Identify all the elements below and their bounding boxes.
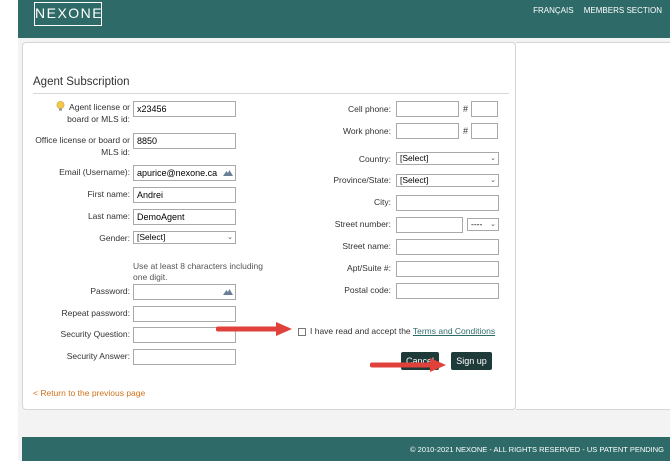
first-name-label: First name:: [87, 189, 130, 199]
security-answer-label: Security Answer:: [66, 351, 130, 361]
gender-label: Gender:: [99, 233, 130, 243]
top-nav: FRANÇAIS MEMBERS SECTION: [525, 6, 662, 15]
province-label: Province/State:: [333, 175, 391, 185]
postal-code-label: Postal code:: [344, 285, 391, 295]
top-bar: NEXONE FRANÇAIS MEMBERS SECTION: [18, 0, 670, 38]
work-hash: #: [463, 126, 469, 136]
street-number-label: Street number:: [334, 219, 391, 229]
left-margin: [0, 0, 18, 461]
arrow-icon: [216, 322, 292, 336]
city-label: City:: [374, 197, 391, 207]
apt-label: Apt/Suite #:: [347, 263, 391, 273]
agent-license-input[interactable]: x23456: [133, 101, 236, 117]
cell-hash: #: [463, 104, 469, 114]
password-input[interactable]: [133, 284, 236, 300]
password-hint: Use at least 8 characters including one …: [133, 261, 263, 282]
country-label: Country:: [358, 154, 391, 164]
work-phone-label: Work phone:: [342, 126, 391, 136]
first-name-input[interactable]: Andrei: [133, 187, 236, 203]
cell-ext-input[interactable]: [471, 101, 498, 117]
street-number-input[interactable]: [396, 217, 463, 233]
last-name-label: Last name:: [87, 211, 130, 221]
country-value: [Select]: [400, 153, 429, 163]
email-value: apurice@nexone.ca: [137, 168, 218, 178]
chevron-down-icon: ⌄: [490, 221, 496, 228]
street-name-label: Street name:: [342, 241, 391, 251]
apt-input[interactable]: [396, 261, 499, 277]
footer: © 2010-2021 NEXONE - ALL RIGHTS RESERVED…: [22, 437, 670, 461]
city-input[interactable]: [396, 195, 499, 211]
work-ext-input[interactable]: [471, 123, 498, 139]
subscription-panel: Agent Subscription Agent license or boar…: [22, 42, 516, 410]
terms-prefix: I have read and accept the: [310, 326, 411, 336]
work-phone-input[interactable]: [396, 123, 459, 139]
nav-french-link[interactable]: FRANÇAIS: [533, 6, 573, 15]
side-panel: [516, 42, 670, 410]
last-name-input[interactable]: DemoAgent: [133, 209, 236, 225]
arrow-icon: [370, 358, 446, 372]
security-question-label: Security Question:: [60, 329, 130, 339]
repeat-password-label: Repeat password:: [61, 308, 130, 318]
nexone-logo[interactable]: NEXONE: [34, 2, 102, 26]
province-value: [Select]: [400, 175, 429, 185]
key-icon[interactable]: [223, 169, 233, 177]
office-license-label: Office license or board or MLS id:: [35, 135, 130, 157]
chevron-down-icon: ⌄: [490, 155, 496, 162]
cell-phone-input[interactable]: [396, 101, 459, 117]
cell-phone-label: Cell phone:: [347, 104, 391, 114]
security-answer-input[interactable]: [133, 349, 236, 365]
office-license-input[interactable]: 8850: [133, 133, 236, 149]
chevron-down-icon: ⌄: [490, 177, 496, 184]
repeat-password-input[interactable]: [133, 306, 236, 322]
email-label: Email (Username):: [59, 167, 130, 177]
postal-code-input[interactable]: [396, 283, 499, 299]
password-label: Password:: [90, 286, 130, 296]
key-icon[interactable]: [223, 288, 233, 296]
sign-up-button[interactable]: Sign up: [451, 352, 492, 370]
gender-select[interactable]: [Select] ⌄: [133, 231, 236, 244]
terms-link[interactable]: Terms and Conditions: [413, 326, 495, 336]
province-select[interactable]: [Select] ⌄: [396, 174, 499, 187]
chevron-down-icon: ⌄: [227, 234, 233, 241]
street-suffix-value: ----: [471, 219, 483, 229]
title-divider: [33, 93, 509, 94]
gender-value: [Select]: [137, 232, 166, 242]
street-suffix-select[interactable]: ---- ⌄: [467, 218, 499, 231]
lightbulb-icon: [56, 101, 65, 111]
terms-text: I have read and accept the Terms and Con…: [310, 326, 495, 336]
street-name-input[interactable]: [396, 239, 499, 255]
terms-checkbox[interactable]: [298, 328, 306, 336]
page-title: Agent Subscription: [33, 76, 130, 88]
agent-license-label: Agent license or board or MLS id:: [67, 102, 130, 124]
nav-members-link[interactable]: MEMBERS SECTION: [584, 6, 662, 15]
email-input[interactable]: apurice@nexone.ca: [133, 165, 236, 181]
country-select[interactable]: [Select] ⌄: [396, 152, 499, 165]
return-link[interactable]: < Return to the previous page: [33, 388, 145, 398]
